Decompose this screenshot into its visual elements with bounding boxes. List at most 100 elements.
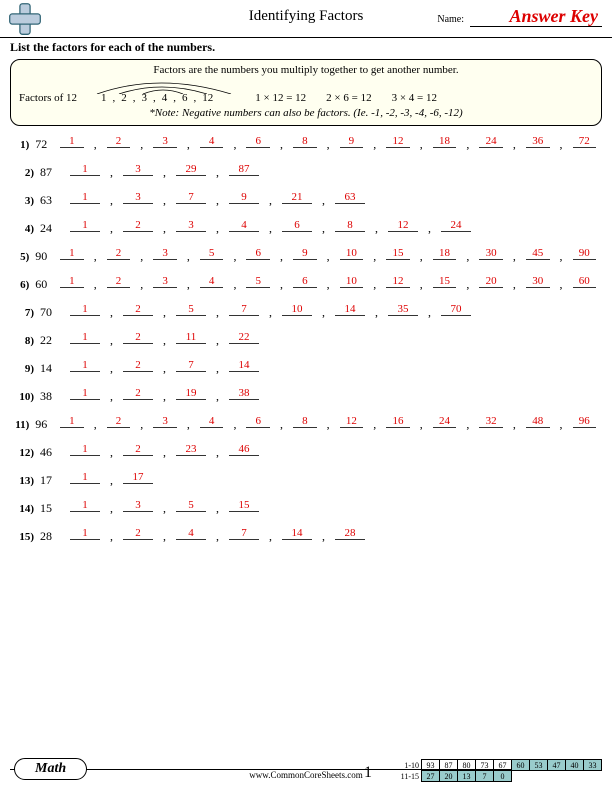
factor-blank[interactable]: 28 [335,528,365,540]
factor-blank[interactable]: 35 [388,304,418,316]
factor-blank[interactable]: 14 [335,304,365,316]
factor-blank[interactable]: 1 [60,248,84,260]
factor-blank[interactable]: 2 [123,332,153,344]
factor-blank[interactable]: 19 [176,388,206,400]
factor-blank[interactable]: 1 [70,192,100,204]
factor-blank[interactable]: 1 [70,444,100,456]
factor-blank[interactable]: 8 [335,220,365,232]
factor-blank[interactable]: 30 [526,276,550,288]
factor-blank[interactable]: 22 [229,332,259,344]
factor-blank[interactable]: 4 [200,416,224,428]
factor-blank[interactable]: 2 [123,388,153,400]
factor-blank[interactable]: 12 [340,416,364,428]
factor-blank[interactable]: 18 [433,248,457,260]
factor-blank[interactable]: 30 [479,248,503,260]
factor-blank[interactable]: 9 [340,136,364,148]
factor-blank[interactable]: 2 [123,528,153,540]
factor-blank[interactable]: 1 [70,388,100,400]
factor-blank[interactable]: 24 [433,416,457,428]
factor-blank[interactable]: 2 [107,248,131,260]
factor-blank[interactable]: 8 [293,416,317,428]
factor-blank[interactable]: 10 [282,304,312,316]
factor-blank[interactable]: 21 [282,192,312,204]
factor-blank[interactable]: 1 [70,472,100,484]
factor-blank[interactable]: 4 [200,276,224,288]
factor-blank[interactable]: 38 [229,388,259,400]
factor-blank[interactable]: 6 [293,276,317,288]
factor-blank[interactable]: 4 [229,220,259,232]
factor-blank[interactable]: 6 [246,136,270,148]
factor-blank[interactable]: 48 [526,416,550,428]
factor-blank[interactable]: 60 [573,276,597,288]
factor-blank[interactable]: 3 [153,248,177,260]
factor-blank[interactable]: 2 [107,136,131,148]
factor-blank[interactable]: 12 [386,276,410,288]
factor-blank[interactable]: 5 [200,248,224,260]
factor-blank[interactable]: 46 [229,444,259,456]
factor-blank[interactable]: 8 [293,136,317,148]
factor-blank[interactable]: 2 [107,276,131,288]
factor-blank[interactable]: 9 [229,192,259,204]
factor-blank[interactable]: 3 [153,136,177,148]
factor-blank[interactable]: 2 [123,360,153,372]
factor-blank[interactable]: 5 [176,304,206,316]
factor-blank[interactable]: 6 [246,416,270,428]
factor-blank[interactable]: 32 [479,416,503,428]
factor-blank[interactable]: 17 [123,472,153,484]
factor-blank[interactable]: 1 [70,304,100,316]
factor-blank[interactable]: 20 [479,276,503,288]
factor-blank[interactable]: 3 [153,416,177,428]
factor-blank[interactable]: 1 [60,136,84,148]
factor-blank[interactable]: 1 [60,276,84,288]
factor-blank[interactable]: 23 [176,444,206,456]
factor-blank[interactable]: 16 [386,416,410,428]
factor-blank[interactable]: 3 [176,220,206,232]
factor-blank[interactable]: 4 [200,136,224,148]
factor-blank[interactable]: 70 [441,304,471,316]
factor-blank[interactable]: 15 [229,500,259,512]
factor-blank[interactable]: 10 [340,248,364,260]
factor-blank[interactable]: 90 [573,248,597,260]
factor-blank[interactable]: 24 [479,136,503,148]
factor-blank[interactable]: 7 [229,304,259,316]
factor-blank[interactable]: 1 [70,332,100,344]
factor-blank[interactable]: 1 [70,360,100,372]
factor-blank[interactable]: 7 [176,360,206,372]
factor-blank[interactable]: 45 [526,248,550,260]
factor-blank[interactable]: 1 [70,164,100,176]
factor-blank[interactable]: 5 [176,500,206,512]
factor-blank[interactable]: 12 [386,136,410,148]
factor-blank[interactable]: 36 [526,136,550,148]
factor-blank[interactable]: 9 [293,248,317,260]
factor-blank[interactable]: 12 [388,220,418,232]
factor-blank[interactable]: 63 [335,192,365,204]
factor-blank[interactable]: 14 [282,528,312,540]
factor-blank[interactable]: 15 [386,248,410,260]
factor-blank[interactable]: 5 [246,276,270,288]
factor-blank[interactable]: 72 [573,136,597,148]
factor-blank[interactable]: 1 [60,416,84,428]
factor-blank[interactable]: 2 [123,304,153,316]
factor-blank[interactable]: 24 [441,220,471,232]
factor-blank[interactable]: 3 [123,164,153,176]
factor-blank[interactable]: 14 [229,360,259,372]
factor-blank[interactable]: 7 [176,192,206,204]
factor-blank[interactable]: 2 [107,416,131,428]
factor-blank[interactable]: 11 [176,332,206,344]
factor-blank[interactable]: 2 [123,444,153,456]
factor-blank[interactable]: 3 [153,276,177,288]
factor-blank[interactable]: 1 [70,500,100,512]
factor-blank[interactable]: 3 [123,500,153,512]
factor-blank[interactable]: 3 [123,192,153,204]
factor-blank[interactable]: 6 [246,248,270,260]
factor-blank[interactable]: 10 [340,276,364,288]
factor-blank[interactable]: 87 [229,164,259,176]
factor-blank[interactable]: 4 [176,528,206,540]
factor-blank[interactable]: 1 [70,220,100,232]
factor-blank[interactable]: 2 [123,220,153,232]
factor-blank[interactable]: 6 [282,220,312,232]
factor-blank[interactable]: 1 [70,528,100,540]
factor-blank[interactable]: 96 [573,416,597,428]
factor-blank[interactable]: 7 [229,528,259,540]
factor-blank[interactable]: 18 [433,136,457,148]
